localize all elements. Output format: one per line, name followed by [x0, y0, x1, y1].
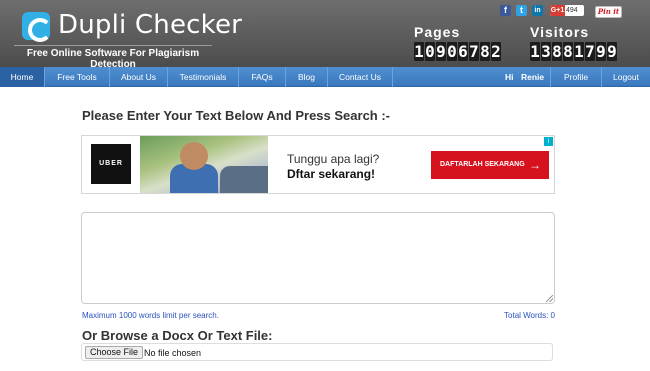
- google-plus-button[interactable]: G+1 494: [550, 5, 584, 16]
- linkedin-icon[interactable]: in: [532, 5, 543, 16]
- visitors-counter-digit: 8: [552, 42, 562, 61]
- word-limit-note: Maximum 1000 words limit per search.: [82, 311, 219, 320]
- nav-home[interactable]: Home: [0, 67, 45, 87]
- pinterest-button[interactable]: Pin it: [595, 6, 622, 18]
- visitors-counter-digit: 7: [585, 42, 595, 61]
- visitors-counter: 13881799: [530, 42, 617, 61]
- pages-counter-digit: 2: [491, 42, 501, 61]
- facebook-icon[interactable]: f: [500, 5, 511, 16]
- pages-counter: 10906782: [414, 42, 501, 61]
- nav-logout[interactable]: Logout: [602, 67, 650, 87]
- google-plus-count: 494: [566, 7, 578, 14]
- visitors-label: Visitors: [530, 24, 590, 40]
- nav-profile[interactable]: Profile: [550, 67, 602, 87]
- google-plus-icon: G+1: [550, 5, 565, 16]
- nav-free-tools[interactable]: Free Tools: [45, 67, 110, 87]
- resize-handle-icon[interactable]: [546, 295, 553, 302]
- ad-person-head: [180, 142, 208, 170]
- pages-counter-digit: 0: [425, 42, 435, 61]
- ad-subline: Dftar sekarang!: [287, 167, 376, 181]
- nav-greeting: Hi: [505, 72, 514, 82]
- visitors-counter-digit: 9: [607, 42, 617, 61]
- visitors-counter-digit: 1: [530, 42, 540, 61]
- pages-counter-digit: 0: [447, 42, 457, 61]
- ad-cta-label: DAFTARLAH SEKARANG: [440, 161, 525, 168]
- page-heading: Please Enter Your Text Below And Press S…: [82, 108, 391, 123]
- logo-icon[interactable]: [22, 12, 52, 42]
- file-status-text: No file chosen: [144, 348, 202, 358]
- ad-car-shape: [220, 166, 268, 193]
- arrow-right-icon: →: [529, 158, 541, 172]
- nav-blog[interactable]: Blog: [286, 67, 328, 87]
- pages-counter-digit: 1: [414, 42, 424, 61]
- pages-counter-digit: 9: [436, 42, 446, 61]
- visitors-counter-digit: 1: [574, 42, 584, 61]
- nav-testimonials[interactable]: Testimonials: [168, 67, 239, 87]
- pages-counter-digit: 6: [458, 42, 468, 61]
- text-input-area[interactable]: [81, 212, 555, 304]
- pages-label: Pages: [414, 24, 461, 40]
- adchoices-icon[interactable]: i: [544, 137, 553, 146]
- file-input[interactable]: Choose File No file chosen: [81, 343, 553, 361]
- visitors-counter-digit: 3: [541, 42, 551, 61]
- ad-photo: [140, 136, 268, 193]
- uber-logo: UBER: [91, 144, 131, 184]
- nav-about-us[interactable]: About Us: [110, 67, 168, 87]
- browse-file-heading: Or Browse a Docx Or Text File:: [82, 328, 273, 343]
- ad-headline: Tunggu apa lagi?: [287, 152, 380, 166]
- total-words-count: Total Words: 0: [504, 311, 555, 320]
- nav-faqs[interactable]: FAQs: [239, 67, 286, 87]
- main-nav: Home Free Tools About Us Testimonials FA…: [0, 67, 650, 87]
- ad-banner[interactable]: UBER Tunggu apa lagi? Dftar sekarang! DA…: [81, 135, 555, 194]
- twitter-icon[interactable]: t: [516, 5, 527, 16]
- pages-counter-digit: 8: [480, 42, 490, 61]
- site-header: Dupli Checker Free Online Software For P…: [0, 0, 650, 70]
- visitors-counter-digit: 9: [596, 42, 606, 61]
- choose-file-button[interactable]: Choose File: [85, 346, 144, 359]
- pages-counter-digit: 7: [469, 42, 479, 61]
- nav-username: Renie: [521, 72, 545, 82]
- nav-contact-us[interactable]: Contact Us: [328, 67, 393, 87]
- visitors-counter-digit: 8: [563, 42, 573, 61]
- site-logo-text[interactable]: Dupli Checker: [58, 10, 242, 40]
- ad-cta-button[interactable]: DAFTARLAH SEKARANG →: [431, 151, 549, 179]
